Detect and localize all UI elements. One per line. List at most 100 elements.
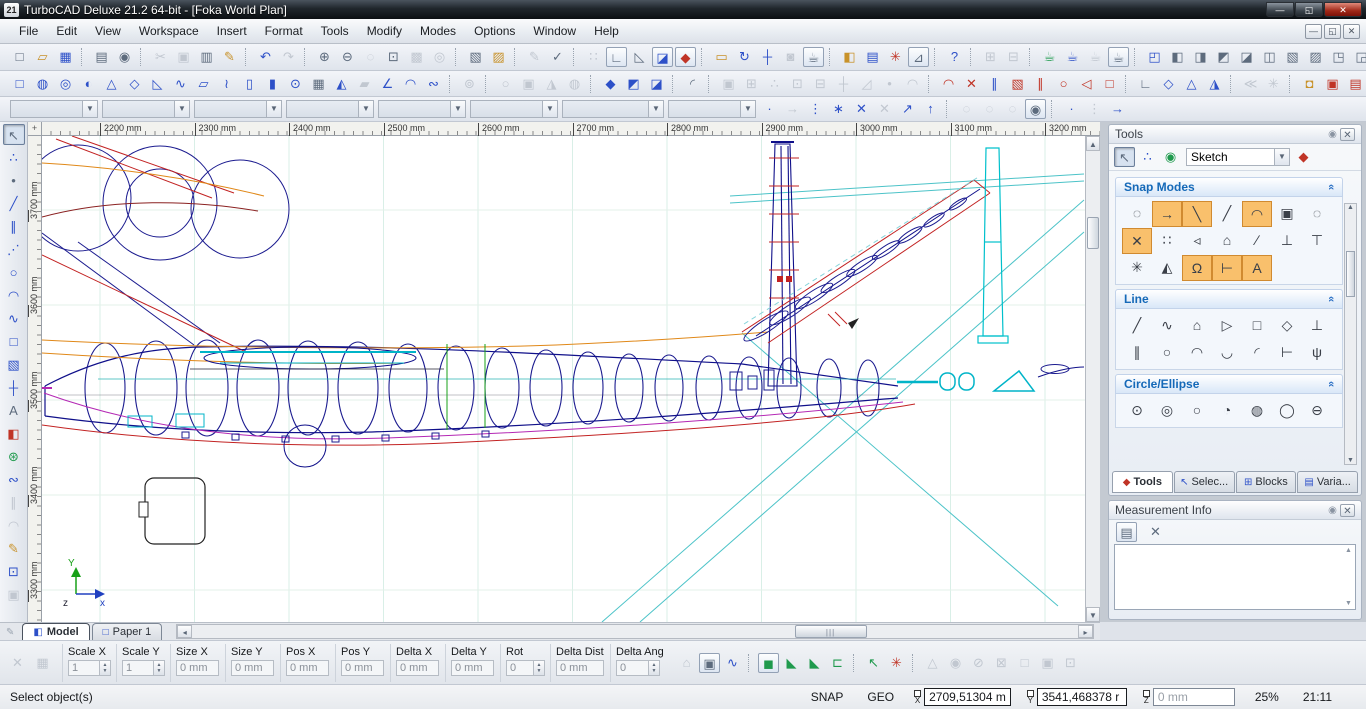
view-bottom-icon[interactable]: ▧ <box>1282 47 1303 67</box>
line-rectangle-icon[interactable]: □ <box>1242 313 1272 339</box>
facet-select-icon[interactable]: ⊏ <box>827 653 848 673</box>
ortho-mode-icon[interactable]: ∟ <box>606 47 627 67</box>
menu-item-view[interactable]: View <box>86 21 130 41</box>
snap-run-divide-icon[interactable]: ⋮ <box>805 99 826 119</box>
snap-grid-toggle-icon[interactable]: ∷ <box>583 47 604 67</box>
close-panel-icon[interactable]: ✕ <box>1340 128 1355 141</box>
line-tangent-circle-icon[interactable]: ○ <box>1152 340 1182 366</box>
box-tool-icon[interactable]: □ <box>9 74 30 94</box>
mesh-tool-icon[interactable]: ▦ <box>308 74 329 94</box>
view-front-icon[interactable]: ◧ <box>1167 47 1188 67</box>
symbol-library-icon[interactable]: ▭ <box>711 47 732 67</box>
palette-tab-varia[interactable]: ▤Varia... <box>1297 471 1358 493</box>
palette-tab-tools[interactable]: ◆Tools <box>1112 471 1173 493</box>
property-dropdown-5[interactable]: ▼ <box>378 100 466 118</box>
snap-midpoint-icon[interactable]: ╱ <box>1212 201 1242 227</box>
spinner[interactable]: ▲▼ <box>649 660 660 676</box>
star-burst-icon[interactable]: ✳ <box>1263 74 1284 94</box>
menu-item-help[interactable]: Help <box>585 21 628 41</box>
collapse-icon[interactable]: « <box>1325 184 1337 190</box>
lasso-select-icon[interactable]: ∿ <box>722 653 743 673</box>
group-icon[interactable]: ⊞ <box>980 47 1001 67</box>
arc-tool-icon[interactable]: ◠ <box>3 285 25 306</box>
stamp-tool-icon[interactable]: ◘ <box>1299 74 1320 94</box>
array-radial-icon[interactable]: ┼ <box>833 74 854 94</box>
snap-run-c3-icon[interactable]: ◌ <box>1002 99 1023 119</box>
sketch-parallel-icon[interactable]: ∥ <box>1030 74 1051 94</box>
view-right-icon[interactable]: ◪ <box>1236 47 1257 67</box>
chevron-down-icon[interactable]: ▼ <box>1274 149 1289 165</box>
scroll-up-icon[interactable]: ▲ <box>1345 204 1356 211</box>
property-dropdown-3[interactable]: ▼ <box>194 100 282 118</box>
property-dropdown-1[interactable]: ▼ <box>10 100 98 118</box>
horizontal-scrollbar[interactable]: ◂ ||| ▸ <box>176 624 1094 639</box>
fill-workplane-icon[interactable]: ◼ <box>758 653 779 673</box>
no-snap-icon[interactable]: ◌ <box>1122 201 1152 227</box>
panel-select-icon[interactable]: ↖ <box>1114 147 1135 167</box>
sketch-arc-icon[interactable]: ◠ <box>938 74 959 94</box>
line-polygon-icon[interactable]: ⌂ <box>1182 313 1212 339</box>
bead-tool-icon[interactable]: ⊚ <box>459 74 480 94</box>
context-help-icon[interactable]: ? <box>944 47 965 67</box>
clip-red-icon[interactable]: ▣ <box>1322 74 1343 94</box>
snap-run-c1-icon[interactable]: ◌ <box>956 99 977 119</box>
menu-item-modify[interactable]: Modify <box>358 21 411 41</box>
copy-icon[interactable]: ▣ <box>173 47 194 67</box>
clip-a-icon[interactable]: □ <box>1014 653 1035 673</box>
field-input[interactable]: 0 mm <box>286 660 329 676</box>
measurement-output[interactable]: ▲ ▼ <box>1114 544 1356 610</box>
frame-select-icon[interactable]: ⊡ <box>3 561 25 582</box>
cone-gray-icon[interactable]: ◮ <box>541 74 562 94</box>
measure-report-icon[interactable]: ▤ <box>1116 522 1137 542</box>
snap-vertical-icon[interactable]: ⊥ <box>1272 228 1302 254</box>
sphere-gray-icon[interactable]: ○ <box>495 74 516 94</box>
wedge-tool-icon[interactable]: ◺ <box>147 74 168 94</box>
line-multi-node-icon[interactable]: ⊢ <box>1272 340 1302 366</box>
zoom-extents-icon[interactable]: ◎ <box>429 47 450 67</box>
x-coordinate-field[interactable]: 2709,51304 m <box>924 688 1011 706</box>
print-preview-icon[interactable]: ◉ <box>114 47 135 67</box>
palette-tab-blocks[interactable]: ⊞Blocks <box>1236 471 1297 493</box>
menu-item-tools[interactable]: Tools <box>312 21 358 41</box>
snap-quadrant-icon[interactable]: ▣ <box>1272 201 1302 227</box>
frame-x-icon[interactable]: ⊠ <box>991 653 1012 673</box>
snap-horizontal-icon[interactable]: ⊤ <box>1302 228 1332 254</box>
hemisphere-tool-icon[interactable]: ◐ <box>78 74 99 94</box>
spark-icon[interactable]: ✳ <box>886 653 907 673</box>
circle-center-icon[interactable]: ⊙ <box>1122 398 1152 424</box>
vertical-scrollbar[interactable]: ▲ ▼ <box>1085 136 1100 622</box>
sketch-circle-icon[interactable]: ○ <box>1053 74 1074 94</box>
snap-run-p3-icon[interactable]: → <box>1107 99 1128 119</box>
render-hidden-line-icon[interactable]: ☕ <box>1062 47 1083 67</box>
extract-select-icon[interactable]: ⌂ <box>676 653 697 673</box>
vertex-tool-icon[interactable]: • <box>879 74 900 94</box>
select-window-icon[interactable]: ▣ <box>699 653 720 673</box>
chevron-down-icon[interactable]: ▼ <box>266 101 281 117</box>
dimension-tool-icon[interactable]: ∥ <box>3 492 25 513</box>
circle-concentric-icon[interactable]: ◎ <box>1152 398 1182 424</box>
snap-run-dir-icon[interactable]: ↗ <box>897 99 918 119</box>
render-scene-icon[interactable]: ☕ <box>803 47 824 67</box>
snap-angle-icon[interactable]: A <box>1242 255 1272 281</box>
zoom-window-icon[interactable]: ⊡ <box>383 47 404 67</box>
view-ne-iso-icon[interactable]: ◲ <box>1351 47 1366 67</box>
mdi-close-button[interactable]: ✕ <box>1343 24 1360 39</box>
construction-line-icon[interactable]: ⋰ <box>3 239 25 260</box>
style-dropdown[interactable]: Sketch ▼ <box>1186 148 1290 166</box>
boolean-subtract-icon[interactable]: ◩ <box>623 74 644 94</box>
field-input[interactable]: 0 mm <box>231 660 274 676</box>
render-quality-icon[interactable]: ☕ <box>1108 47 1129 67</box>
snap-face-icon[interactable]: ◃ <box>1182 228 1212 254</box>
mdi-restore-button[interactable]: ◱ <box>1324 24 1341 39</box>
view-top-icon[interactable]: ◫ <box>1259 47 1280 67</box>
point-tool-icon[interactable]: • <box>3 170 25 191</box>
snap-run-c2-icon[interactable]: ◌ <box>979 99 1000 119</box>
drawing-canvas[interactable]: Y z x <box>42 136 1085 622</box>
mdi-minimize-button[interactable]: — <box>1305 24 1322 39</box>
menu-item-modes[interactable]: Modes <box>411 21 465 41</box>
line-tangent-arcs-icon[interactable]: ◡ <box>1212 340 1242 366</box>
paste-icon[interactable]: ▥ <box>196 47 217 67</box>
double-line-icon[interactable]: ∥ <box>3 216 25 237</box>
copy-history-icon[interactable]: ▧ <box>465 47 486 67</box>
snap-run-angle-icon[interactable]: ✕ <box>874 99 895 119</box>
